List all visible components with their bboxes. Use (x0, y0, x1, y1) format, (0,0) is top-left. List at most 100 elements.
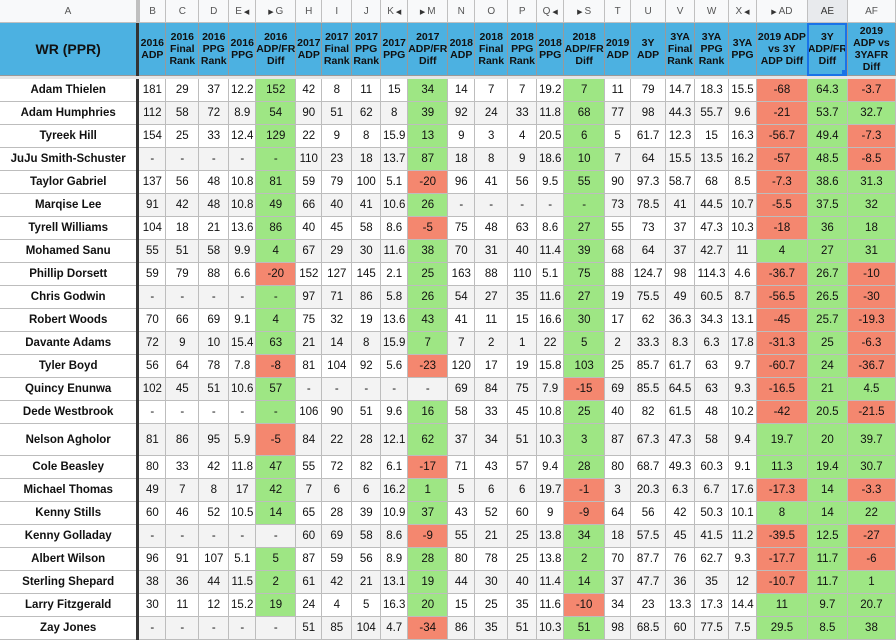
data-cell[interactable]: - (228, 400, 257, 424)
data-cell[interactable]: 58 (694, 423, 730, 456)
data-cell[interactable]: 19.7 (756, 423, 808, 456)
data-cell[interactable]: 14 (255, 501, 297, 525)
data-cell[interactable]: - (295, 377, 323, 401)
data-cell[interactable]: 2 (255, 570, 297, 594)
data-cell[interactable]: 87 (295, 547, 323, 571)
data-cell[interactable]: -15 (563, 377, 606, 401)
data-cell[interactable]: -20 (407, 170, 449, 194)
data-cell[interactable]: 8.7 (728, 285, 757, 309)
data-cell[interactable]: 27 (563, 216, 606, 240)
data-cell[interactable]: 16.6 (536, 308, 565, 332)
data-cell[interactable]: 12.5 (807, 524, 848, 548)
data-cell[interactable]: 48.5 (807, 147, 848, 171)
column-header-af[interactable]: AF (847, 0, 896, 23)
player-name-cell[interactable]: Chris Godwin (0, 285, 140, 309)
data-cell[interactable]: - (198, 285, 230, 309)
data-cell[interactable]: 12 (198, 593, 230, 617)
player-name-cell[interactable]: Phillip Dorsett (0, 262, 140, 286)
column-header-q[interactable]: Q ◀ (536, 0, 565, 23)
data-cell[interactable]: 68 (563, 101, 606, 125)
data-cell[interactable]: 12.2 (228, 79, 257, 102)
data-cell[interactable]: 145 (351, 262, 382, 286)
data-cell[interactable]: 62.7 (694, 547, 730, 571)
data-cell[interactable]: 152 (295, 262, 323, 286)
data-cell[interactable]: 45 (165, 377, 200, 401)
data-cell[interactable]: 47.3 (665, 423, 696, 456)
data-cell[interactable]: 11.6 (536, 593, 565, 617)
data-cell[interactable]: 49 (137, 478, 167, 502)
data-cell[interactable]: 64.5 (665, 377, 696, 401)
data-cell[interactable]: -34 (407, 616, 449, 640)
data-cell[interactable]: 38 (137, 570, 167, 594)
data-cell[interactable]: 27 (474, 285, 509, 309)
data-cell[interactable]: - (447, 193, 476, 217)
data-cell[interactable]: 30 (474, 570, 509, 594)
data-cell[interactable]: 45 (665, 524, 696, 548)
data-cell[interactable]: -42 (756, 400, 808, 424)
data-cell[interactable]: -39.5 (756, 524, 808, 548)
data-cell[interactable]: 8.3 (665, 331, 696, 355)
data-cell[interactable]: 58 (351, 524, 382, 548)
data-cell[interactable]: 21 (807, 377, 848, 401)
data-cell[interactable]: 9 (447, 124, 476, 148)
player-name-cell[interactable]: Kenny Stills (0, 501, 140, 525)
data-cell[interactable]: 15.5 (665, 147, 696, 171)
data-cell[interactable]: 154 (137, 124, 167, 148)
data-cell[interactable]: 110 (295, 147, 323, 171)
data-cell[interactable]: 80 (447, 547, 476, 571)
data-cell[interactable]: - (255, 524, 297, 548)
selection-fill-handle[interactable] (841, 70, 847, 75)
data-cell[interactable]: 31.3 (847, 170, 896, 194)
data-cell[interactable]: 11.8 (536, 101, 565, 125)
data-cell[interactable]: 8 (351, 124, 382, 148)
data-cell[interactable]: 10.5 (228, 501, 257, 525)
data-cell[interactable]: - (380, 377, 409, 401)
column-header-i[interactable]: I (321, 0, 353, 23)
data-cell[interactable]: 64 (604, 501, 632, 525)
data-cell[interactable]: -27 (847, 524, 896, 548)
data-cell[interactable]: 87 (407, 147, 449, 171)
data-cell[interactable]: 6.6 (228, 262, 257, 286)
header-cell[interactable]: 2018 ADP/FR Diff (563, 22, 606, 76)
data-cell[interactable]: 60.3 (694, 455, 730, 479)
data-cell[interactable]: 11.4 (536, 570, 565, 594)
data-cell[interactable]: -68 (756, 79, 808, 102)
data-cell[interactable]: 7 (295, 478, 323, 502)
data-cell[interactable]: 88 (604, 262, 632, 286)
data-cell[interactable]: 16 (407, 400, 449, 424)
data-cell[interactable]: 85.5 (630, 377, 667, 401)
player-name-cell[interactable]: Quincy Enunwa (0, 377, 140, 401)
data-cell[interactable]: 32 (847, 193, 896, 217)
data-cell[interactable]: 68.7 (630, 455, 667, 479)
data-cell[interactable]: 58 (351, 216, 382, 240)
column-header-v[interactable]: V (665, 0, 696, 23)
data-cell[interactable]: 60 (507, 501, 538, 525)
data-cell[interactable]: 26 (407, 193, 449, 217)
data-cell[interactable]: 67.3 (630, 423, 667, 456)
data-cell[interactable]: 6.3 (665, 478, 696, 502)
data-cell[interactable]: 91 (165, 547, 200, 571)
data-cell[interactable]: 55.7 (694, 101, 730, 125)
data-cell[interactable]: 17 (604, 308, 632, 332)
data-cell[interactable]: 25 (604, 354, 632, 378)
data-cell[interactable]: 18 (351, 147, 382, 171)
data-cell[interactable]: 14 (321, 331, 353, 355)
data-cell[interactable]: 41 (351, 193, 382, 217)
data-cell[interactable]: 11.6 (380, 239, 409, 263)
data-cell[interactable]: 16.3 (728, 124, 757, 148)
data-cell[interactable]: 10.8 (228, 170, 257, 194)
data-cell[interactable]: 86 (351, 285, 382, 309)
data-cell[interactable]: 37.5 (807, 193, 848, 217)
data-cell[interactable]: 97 (295, 285, 323, 309)
data-cell[interactable]: -19.3 (847, 308, 896, 332)
data-cell[interactable]: -31.3 (756, 331, 808, 355)
data-cell[interactable]: 33.3 (630, 331, 667, 355)
data-cell[interactable]: 106 (295, 400, 323, 424)
data-cell[interactable]: 20.3 (630, 478, 667, 502)
data-cell[interactable]: 20 (407, 593, 449, 617)
data-cell[interactable]: 4 (255, 239, 297, 263)
data-cell[interactable]: 40 (321, 193, 353, 217)
data-cell[interactable]: 70 (137, 308, 167, 332)
data-cell[interactable]: 5.1 (228, 547, 257, 571)
data-cell[interactable]: 79 (630, 79, 667, 102)
